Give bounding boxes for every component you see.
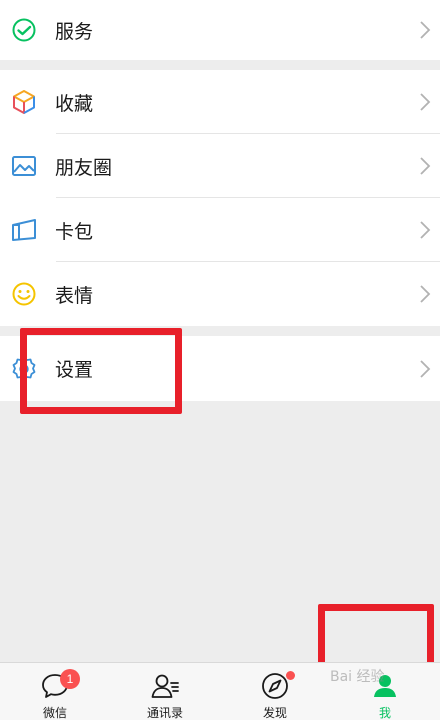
contacts-icon (150, 671, 180, 701)
compass-icon (260, 671, 295, 701)
chevron-right-icon (420, 93, 431, 111)
chevron-right-icon (420, 359, 431, 378)
chevron-right-icon (420, 157, 431, 175)
menu-item-label: 朋友圈 (55, 156, 113, 179)
smiley-icon (10, 280, 38, 308)
gear-icon (10, 355, 38, 383)
tab-label: 通讯录 (146, 706, 183, 720)
wechat-pay-icon (10, 16, 38, 44)
menu-item-label: 设置 (55, 359, 94, 381)
settings-group: 设置 (0, 336, 440, 401)
menu-item-label: 卡包 (55, 220, 94, 243)
tab-me[interactable]: 我 (330, 663, 440, 720)
menu-item-settings[interactable]: 设置 (0, 336, 440, 401)
menu-item-label: 收藏 (55, 92, 94, 115)
section-gap (0, 326, 440, 336)
chevron-right-icon (420, 21, 431, 39)
chat-bubble-icon: 1 (40, 669, 80, 701)
tab-contacts[interactable]: 通讯录 (110, 663, 220, 720)
menu-item-label: 服务 (55, 20, 94, 43)
menu-item-cards[interactable]: 卡包 (0, 198, 440, 262)
cube-icon (10, 88, 38, 116)
card-wallet-icon (10, 216, 38, 244)
menu-item-label: 表情 (55, 284, 94, 307)
menu-item-service[interactable]: 服务 (0, 0, 440, 60)
tab-discover[interactable]: 发现 (220, 663, 330, 720)
service-group: 服务 (0, 0, 440, 60)
tab-label: 发现 (262, 706, 287, 720)
me-page: 服务 收藏 朋友圈 卡包 表情 设置 1 微信 通讯录 发现 我 Bai 经验 (0, 0, 440, 720)
section-gap (0, 60, 440, 70)
person-icon (370, 671, 400, 701)
tab-bar: 1 微信 通讯录 发现 我 (0, 662, 440, 720)
tab-label: 微信 (42, 706, 67, 720)
tab-label: 我 (378, 706, 391, 720)
menu-item-stickers[interactable]: 表情 (0, 262, 440, 326)
picture-icon (10, 152, 38, 180)
unread-badge: 1 (60, 669, 80, 689)
chevron-right-icon (420, 285, 431, 303)
new-content-dot (286, 671, 295, 680)
menu-item-favorites[interactable]: 收藏 (0, 70, 440, 134)
tab-chats[interactable]: 1 微信 (0, 663, 110, 720)
chevron-right-icon (420, 221, 431, 239)
features-group: 收藏 朋友圈 卡包 表情 (0, 70, 440, 326)
menu-item-moments[interactable]: 朋友圈 (0, 134, 440, 198)
